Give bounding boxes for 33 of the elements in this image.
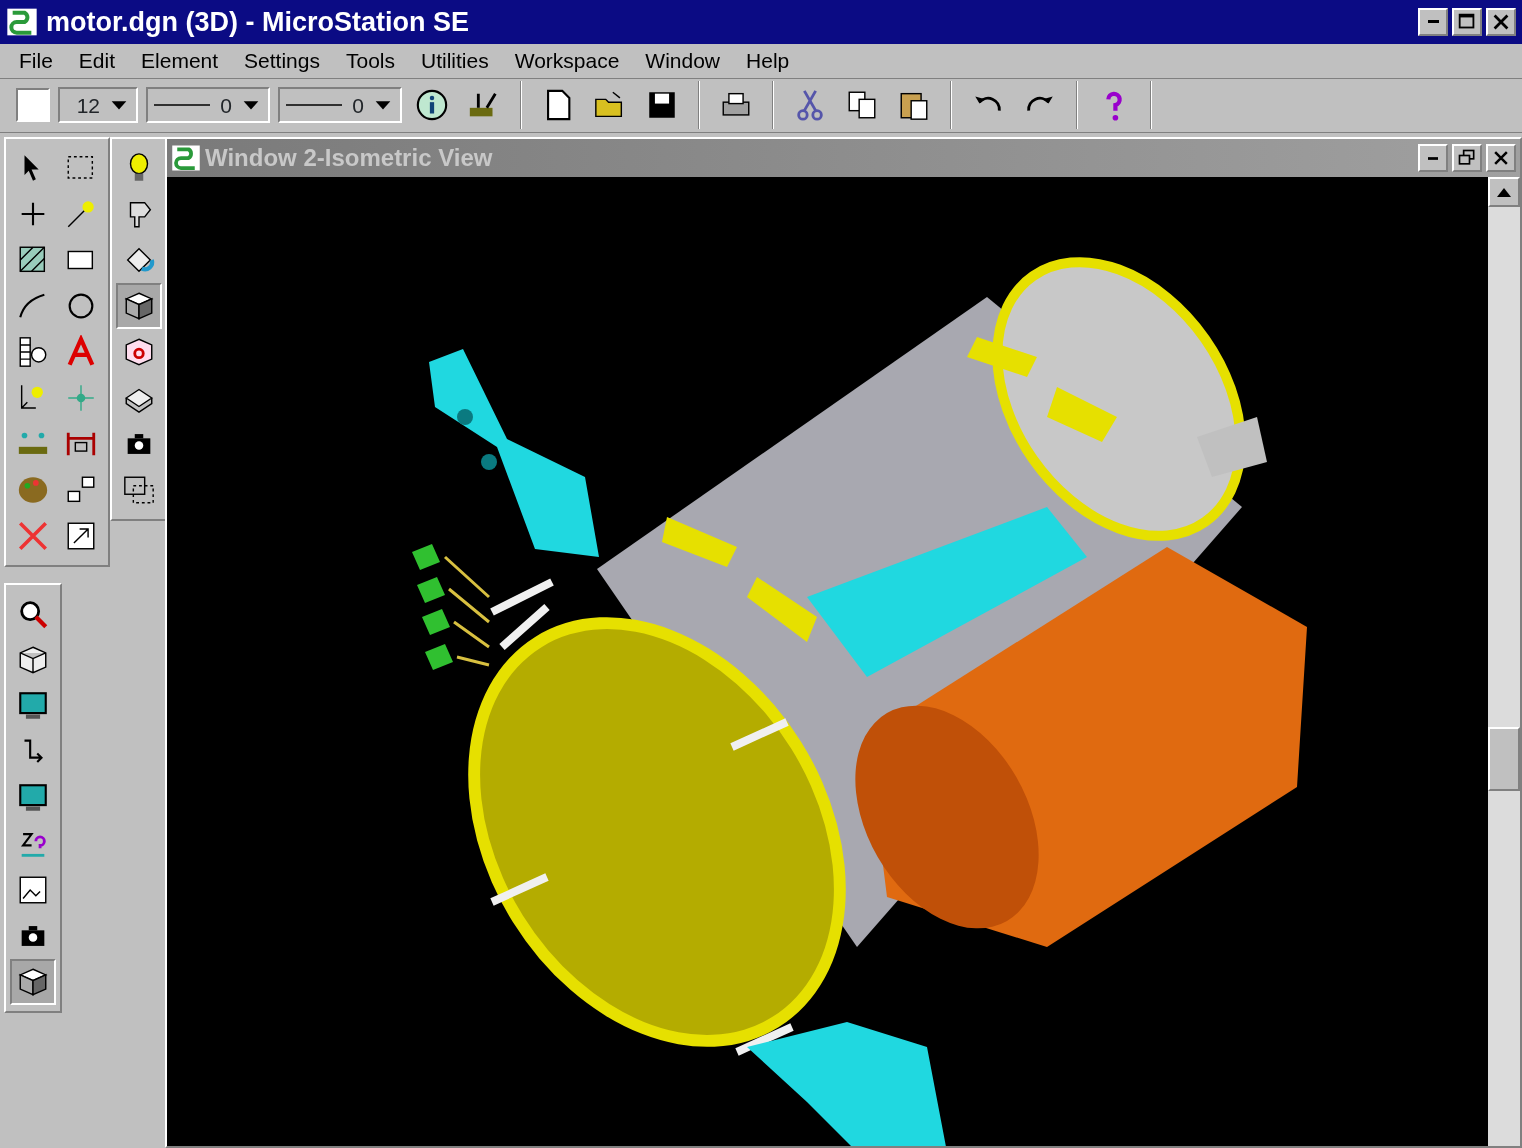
tool-button[interactable]: [10, 959, 56, 1006]
menu-item[interactable]: File: [6, 44, 66, 77]
line-style-icon: [286, 104, 342, 107]
minimize-button[interactable]: [1418, 7, 1448, 36]
tool-button[interactable]: [116, 283, 162, 330]
menu-item[interactable]: Window: [632, 44, 734, 77]
menu-item[interactable]: Settings: [231, 44, 333, 77]
line-style-dropdown[interactable]: 0: [146, 87, 270, 124]
scroll-thumb[interactable]: [1488, 726, 1520, 791]
close-button[interactable]: [1486, 144, 1516, 173]
menu-item[interactable]: Workspace: [501, 44, 633, 77]
restore-button[interactable]: [1452, 144, 1482, 173]
line-style-icon: [154, 104, 210, 107]
menu-item[interactable]: Tools: [332, 44, 408, 77]
ms-logo-icon: [171, 143, 201, 174]
color-swatch[interactable]: [16, 88, 50, 123]
viewport[interactable]: [167, 176, 1488, 1146]
level-dropdown[interactable]: 12: [58, 87, 138, 124]
menu-item[interactable]: Utilities: [408, 44, 502, 77]
minimize-icon: [1428, 156, 1438, 160]
menu-item[interactable]: Element: [128, 44, 232, 77]
window-title: motor.dgn (3D) - MicroStation SE: [46, 5, 469, 39]
menu-item[interactable]: Edit: [65, 44, 129, 77]
view-window-title: Window 2-Isometric View: [205, 143, 493, 174]
maximize-button[interactable]: [1452, 7, 1482, 36]
line-weight-dropdown[interactable]: 0: [278, 87, 402, 124]
info-icon: [415, 88, 449, 123]
minimize-button[interactable]: [1418, 144, 1448, 173]
scroll-up-button[interactable]: [1488, 176, 1520, 207]
menu-item[interactable]: Help: [733, 44, 803, 77]
minimize-icon: [1427, 20, 1439, 24]
vertical-scrollbar[interactable]: [1488, 176, 1520, 1146]
close-button[interactable]: [1486, 7, 1516, 36]
